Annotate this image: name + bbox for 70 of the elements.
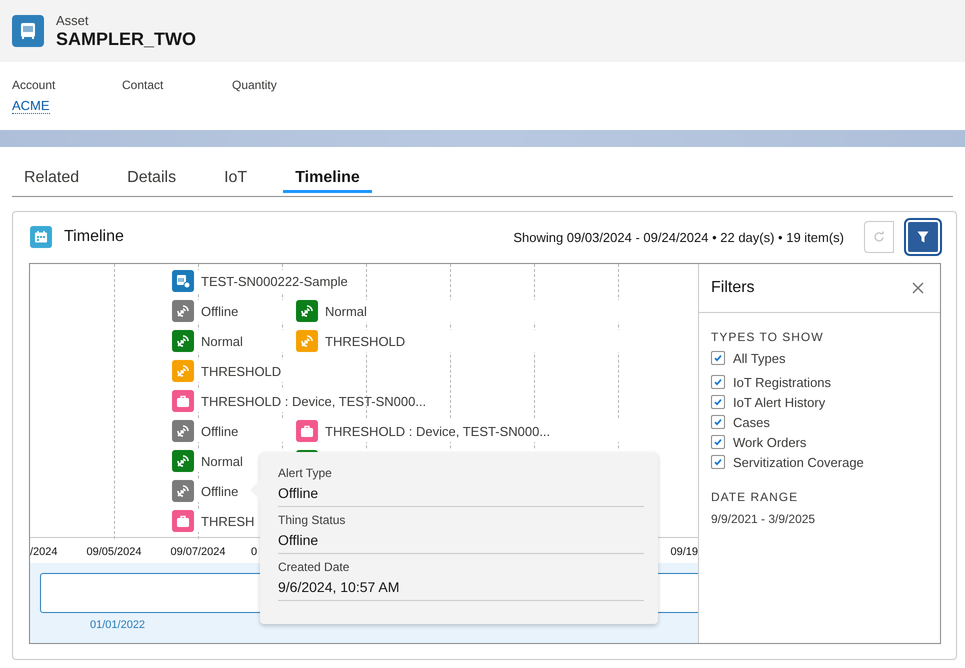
- filter-button[interactable]: [906, 220, 940, 254]
- event-label[interactable]: Offline: [201, 424, 238, 438]
- checkbox-label: Cases: [733, 414, 770, 430]
- field-label: Contact: [122, 78, 164, 92]
- check-icon: [713, 353, 723, 363]
- signal-icon[interactable]: [296, 300, 318, 322]
- record-type: Asset: [56, 12, 90, 28]
- tab[interactable]: Details: [115, 165, 188, 193]
- checkbox-label: All Types: [733, 350, 786, 366]
- refresh-icon: [873, 231, 885, 243]
- axis-label: 0: [251, 546, 258, 558]
- field-label: Account: [12, 78, 56, 92]
- section-heading: TYPES TO SHOW: [711, 330, 825, 344]
- event-label[interactable]: THRESH: [201, 514, 254, 528]
- panel-title: Filters: [711, 279, 755, 297]
- event-label[interactable]: TEST-SN000222-Sample: [201, 274, 348, 288]
- checkbox-label: IoT Alert History: [733, 394, 826, 410]
- event-label[interactable]: THRESHOLD : Device, TEST-SN000...: [325, 424, 550, 438]
- checkbox[interactable]: [711, 435, 725, 449]
- tooltip-value: Offline: [278, 485, 320, 501]
- checkbox[interactable]: [711, 455, 725, 469]
- axis-label: 09/07/2024: [170, 546, 226, 558]
- checkbox[interactable]: [711, 375, 725, 389]
- event-label[interactable]: Normal: [201, 454, 243, 468]
- event-label[interactable]: Normal: [325, 304, 367, 318]
- date-range-summary: Showing 09/03/2024 - 09/24/2024 • 22 day(s) • 19 item(s): [513, 230, 844, 244]
- event-label[interactable]: THRESHOLD: [201, 364, 282, 378]
- tab[interactable]: Timeline: [283, 165, 372, 193]
- signal-icon[interactable]: [172, 420, 194, 442]
- checkbox[interactable]: [711, 415, 725, 429]
- tooltip-value: Offline: [278, 532, 320, 548]
- event-label[interactable]: Offline: [201, 304, 238, 318]
- signal-icon[interactable]: [172, 300, 194, 322]
- tooltip-value: 9/6/2024, 10:57 AM: [278, 579, 400, 595]
- tab[interactable]: Related: [12, 165, 92, 193]
- tooltip-label: Alert Type: [278, 466, 333, 480]
- event-label[interactable]: Normal: [201, 334, 243, 348]
- checkbox-label: Work Orders: [733, 434, 806, 450]
- device-icon[interactable]: [172, 270, 194, 292]
- event-label[interactable]: THRESHOLD : Device, TEST-SN000...: [201, 394, 426, 408]
- checkbox[interactable]: [711, 395, 725, 409]
- overview-label: 01/01/2022: [90, 619, 146, 631]
- record-title: SAMPLER_TWO: [56, 28, 196, 50]
- tab[interactable]: IoT: [212, 165, 260, 193]
- briefcase-icon[interactable]: [172, 390, 194, 412]
- close-button[interactable]: [912, 282, 924, 294]
- date-range: 9/9/2021 - 3/9/2025: [711, 512, 816, 526]
- checkbox-label: IoT Registrations: [733, 374, 832, 390]
- axis-label: 09/05/2024: [86, 546, 142, 558]
- axis-label: 09/19: [670, 546, 698, 558]
- axis-label: /2024: [30, 546, 58, 558]
- asset-icon: [12, 15, 44, 47]
- card-title: Timeline: [64, 228, 125, 246]
- event-label[interactable]: THRESHOLD: [325, 334, 406, 348]
- briefcase-icon[interactable]: [296, 420, 318, 442]
- briefcase-icon[interactable]: [172, 510, 194, 532]
- field-label: Quantity: [232, 78, 277, 92]
- tooltip-label: Created Date: [278, 560, 350, 574]
- signal-icon[interactable]: [172, 480, 194, 502]
- section-heading: DATE RANGE: [711, 490, 800, 504]
- event-label[interactable]: Offline: [201, 484, 238, 498]
- checkbox-label: Servitization Coverage: [733, 454, 864, 470]
- checkbox[interactable]: [711, 351, 725, 365]
- filter-icon: [917, 231, 929, 243]
- close-icon: [912, 282, 924, 294]
- calendar-icon: [30, 226, 52, 248]
- signal-icon[interactable]: [172, 450, 194, 472]
- account-link[interactable]: ACME: [12, 98, 50, 114]
- signal-icon[interactable]: [172, 330, 194, 352]
- tooltip-label: Thing Status: [278, 513, 346, 527]
